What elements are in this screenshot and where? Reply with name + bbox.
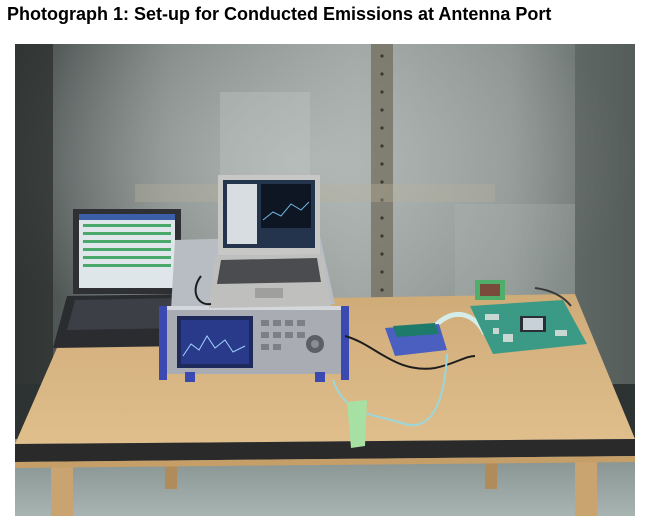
- setup-photograph: [15, 44, 635, 516]
- photo-caption: Photograph 1: Set-up for Conducted Emiss…: [7, 4, 552, 24]
- blue-usb-dongle: [385, 323, 447, 356]
- top-laptop: [209, 175, 331, 308]
